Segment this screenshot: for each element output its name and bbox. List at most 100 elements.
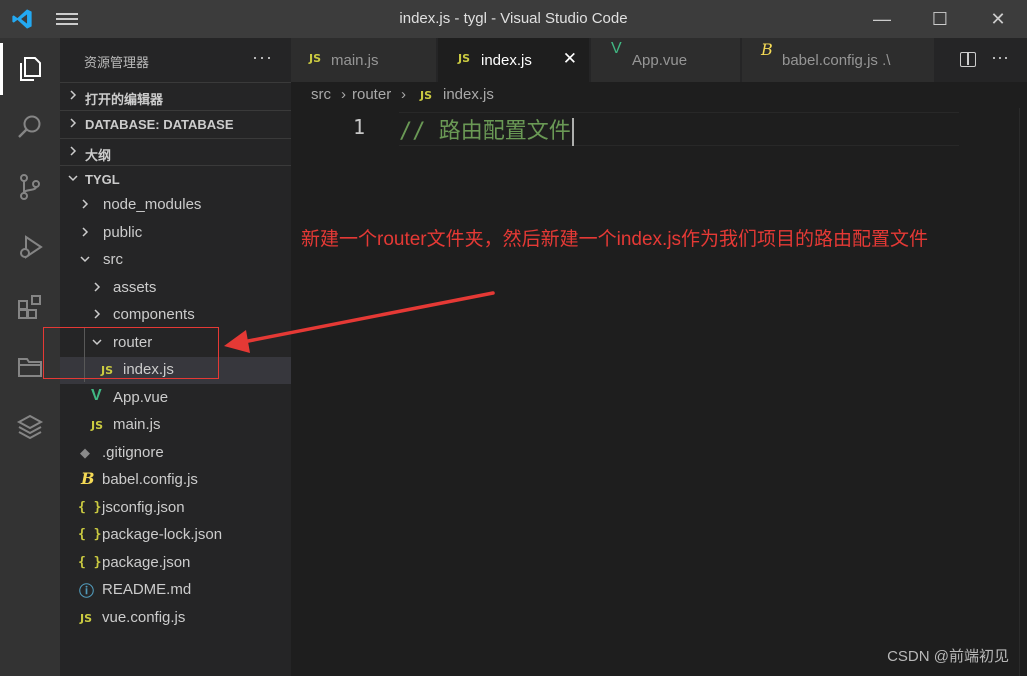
breadcrumb-router[interactable]: router: [352, 86, 391, 103]
section-open-editors[interactable]: 打开的编辑器: [60, 82, 291, 108]
tree-file-vue-config[interactable]: JS vue.config.js: [60, 605, 291, 632]
babel-file-icon: B: [81, 469, 95, 488]
js-file-icon: JS: [91, 419, 104, 432]
tree-label: App.vue: [113, 389, 169, 406]
tree-file-package-json[interactable]: { } package.json: [60, 550, 291, 577]
tree-label: babel.config.js: [102, 471, 198, 488]
tree-file-jsconfig[interactable]: { } jsconfig.json: [60, 495, 291, 522]
section-label: 大纲: [85, 148, 112, 163]
tree-file-main-js[interactable]: JS main.js: [60, 412, 291, 439]
tree-label: package-lock.json: [102, 526, 223, 543]
tree-folder-public[interactable]: public: [60, 220, 291, 247]
tab-label: index.js: [481, 52, 532, 69]
watermark: CSDN @前端初见: [887, 648, 1009, 665]
section-label: 打开的编辑器: [85, 92, 164, 107]
info-file-icon: ⓘ: [79, 583, 95, 600]
tab-main-js[interactable]: JS main.js: [291, 38, 437, 82]
tree-label: node_modules: [103, 196, 202, 213]
breadcrumb-separator: ›: [401, 86, 406, 103]
layers-icon[interactable]: [12, 409, 48, 445]
js-file-icon: JS: [420, 89, 433, 102]
editor-scrollbar[interactable]: [1019, 108, 1027, 676]
editor-more-button[interactable]: ···: [991, 47, 1009, 68]
chevron-right-icon: [70, 90, 77, 100]
json-file-icon: { }: [78, 555, 102, 570]
code-line[interactable]: // 路由配置文件: [399, 113, 574, 146]
close-window-button[interactable]: ✕: [969, 0, 1027, 38]
babel-file-icon: B: [761, 40, 773, 59]
breadcrumb-src[interactable]: src: [311, 86, 331, 103]
tree-folder-assets[interactable]: assets: [60, 275, 291, 302]
tab-label: App.vue: [632, 52, 688, 69]
tree-file-app-vue[interactable]: V App.vue: [60, 385, 291, 412]
vue-file-icon: V: [91, 387, 102, 404]
breadcrumb-separator: ›: [341, 86, 346, 103]
chevron-right-icon: [70, 118, 77, 128]
tree-file-package-lock[interactable]: { } package-lock.json: [60, 522, 291, 549]
js-file-icon: JS: [458, 52, 471, 65]
tab-label: babel.config.js .\: [782, 52, 891, 69]
sidebar-header: 资源管理器 ···: [60, 38, 291, 82]
chevron-right-icon: [94, 282, 101, 292]
tree-file-babel-config[interactable]: B babel.config.js: [60, 467, 291, 494]
section-label: DATABASE: DATABASE: [85, 117, 234, 132]
git-file-icon: ◆: [80, 445, 90, 460]
tree-label: README.md: [102, 581, 192, 598]
tree-label: src: [103, 251, 123, 268]
title-bar: index.js - tygl - Visual Studio Code — ☐…: [0, 0, 1027, 38]
tree-label: public: [103, 224, 143, 241]
sidebar-more-button[interactable]: ···: [252, 47, 273, 68]
section-project[interactable]: TYGL: [60, 165, 291, 191]
explorer-icon[interactable]: [0, 43, 48, 95]
tab-index-js[interactable]: JS index.js ✕: [438, 38, 590, 82]
minimize-button[interactable]: —: [853, 0, 911, 38]
run-debug-icon[interactable]: [12, 229, 48, 265]
vue-file-icon: V: [611, 40, 622, 57]
tree-label: components: [113, 306, 195, 323]
json-file-icon: { }: [78, 500, 102, 515]
code-comment: // 路由配置文件: [399, 119, 571, 144]
editor-tabs: JS main.js JS index.js ✕ V App.vue B bab…: [291, 38, 1027, 82]
tree-folder-components[interactable]: components: [60, 302, 291, 329]
tab-babel-config[interactable]: B babel.config.js .\: [742, 38, 935, 82]
section-outline[interactable]: 大纲: [60, 138, 291, 164]
tab-app-vue[interactable]: V App.vue: [591, 38, 741, 82]
js-file-icon: JS: [309, 52, 322, 65]
chevron-right-icon: [82, 227, 89, 237]
chevron-right-icon: [94, 309, 101, 319]
tree-label: jsconfig.json: [102, 499, 185, 516]
tree-file-gitignore[interactable]: ◆ .gitignore: [60, 440, 291, 467]
text-cursor: [571, 118, 574, 146]
chevron-down-icon: [68, 175, 78, 182]
tree-label: main.js: [113, 416, 161, 433]
chevron-down-icon: [80, 256, 90, 263]
search-icon[interactable]: [12, 109, 48, 145]
tree-file-readme[interactable]: ⓘ README.md: [60, 577, 291, 604]
sidebar-title: 资源管理器: [84, 55, 150, 70]
extensions-icon[interactable]: [12, 289, 48, 325]
annotation-text: 新建一个router文件夹，然后新建一个index.js作为我们项目的路由配置文…: [301, 229, 929, 250]
source-control-icon[interactable]: [12, 169, 48, 205]
breadcrumb-file[interactable]: index.js: [443, 86, 494, 103]
split-editor-icon[interactable]: [960, 52, 976, 67]
chevron-right-icon: [82, 199, 89, 209]
code-editor[interactable]: 1 // 路由配置文件: [291, 108, 1027, 676]
maximize-button[interactable]: ☐: [911, 0, 969, 38]
tree-label: assets: [113, 279, 157, 296]
json-file-icon: { }: [78, 527, 102, 542]
annotation-highlight-box: [43, 327, 219, 379]
tree-label: vue.config.js: [102, 609, 186, 626]
tab-actions: ···: [936, 38, 1027, 82]
close-tab-icon[interactable]: ✕: [563, 49, 577, 69]
section-label: TYGL: [85, 172, 120, 187]
tree-folder-node-modules[interactable]: node_modules: [60, 192, 291, 219]
tree-folder-src[interactable]: src: [60, 247, 291, 274]
tab-label: main.js: [331, 52, 379, 69]
js-file-icon: JS: [80, 612, 93, 625]
breadcrumb: src › router › JS index.js: [291, 82, 1027, 108]
tree-label: package.json: [102, 554, 191, 571]
section-database[interactable]: DATABASE: DATABASE: [60, 110, 291, 136]
chevron-right-icon: [70, 146, 77, 156]
line-number: 1: [353, 115, 366, 139]
tree-label: .gitignore: [102, 444, 164, 461]
